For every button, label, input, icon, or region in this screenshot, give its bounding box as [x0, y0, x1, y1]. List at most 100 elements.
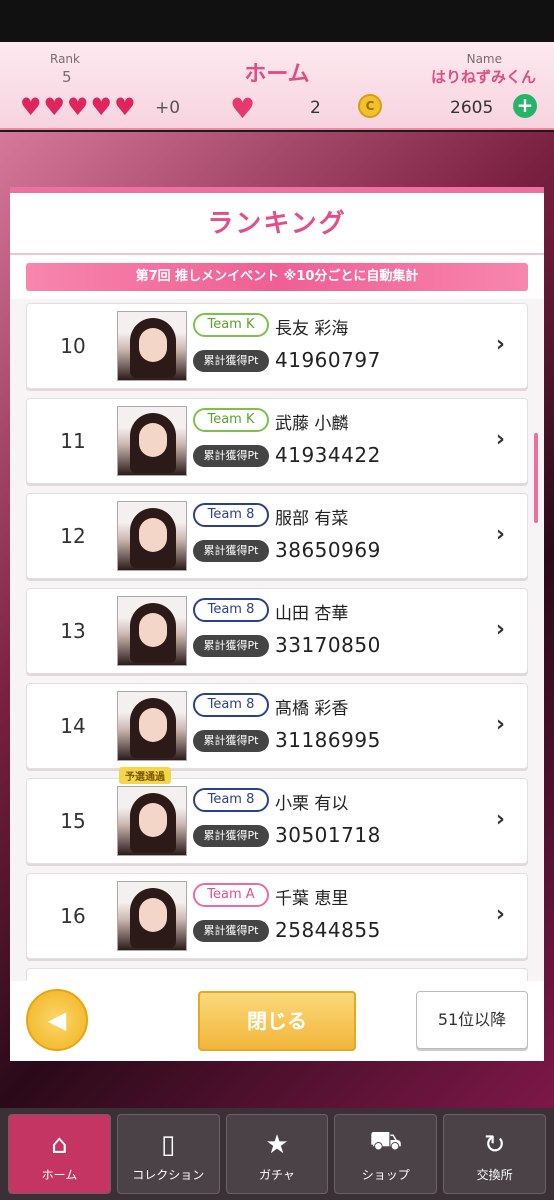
team-badge: Team 8 — [193, 598, 269, 622]
hearts: ♥ ♥ ♥ ♥ ♥ — [20, 94, 136, 120]
member-photo — [117, 786, 187, 856]
modal-footer: ◀ 閉じる 51位以降 — [10, 981, 544, 1061]
gacha-icon: ★ — [265, 1130, 289, 1160]
member-points: 38650969 — [275, 538, 381, 562]
member-points: 30501718 — [275, 823, 381, 847]
points-label: 累計獲得Pt — [193, 825, 269, 847]
nav-label: ガチャ — [259, 1168, 295, 1182]
member-name: 千葉 恵里 — [275, 889, 349, 909]
heart-icon: ♥ — [90, 93, 113, 121]
back-button[interactable]: ◀ — [26, 989, 88, 1051]
nav-label: ショップ — [361, 1168, 410, 1182]
member-photo — [117, 406, 187, 476]
status-bar — [0, 0, 554, 42]
points-label: 累計獲得Pt — [193, 540, 269, 562]
ranking-row[interactable]: 14 Team 8 累計獲得Pt 髙橋 彩香 31186995 › — [26, 683, 528, 769]
bottom-nav: ⌂ ホーム ▯ コレクション ★ ガチャ ⛟ ショップ ↻ 交換所 — [0, 1108, 554, 1200]
chevron-right-icon: › — [495, 902, 505, 927]
gem-icon: ♥ — [230, 92, 256, 125]
member-name: 長友 彩海 — [275, 319, 349, 339]
ranking-row-partial[interactable] — [26, 968, 528, 981]
ranking-row[interactable]: 15 予選通過 Team 8 累計獲得Pt 小栗 有以 30501718 › — [26, 767, 528, 864]
hearts-extra: +0 — [155, 98, 181, 118]
collection-icon: ▯ — [161, 1130, 176, 1160]
coin-count: 2605 — [450, 98, 494, 118]
member-points: 25844855 — [275, 918, 381, 942]
divider — [10, 253, 544, 255]
chevron-right-icon: › — [495, 807, 505, 832]
team-badge: Team A — [193, 883, 269, 907]
team-badge: Team K — [193, 408, 269, 432]
rank-51-plus-button[interactable]: 51位以降 — [416, 991, 528, 1049]
ranking-row[interactable]: 11 Team K 累計獲得Pt 武藤 小麟 41934422 › — [26, 398, 528, 484]
team-badge: Team K — [193, 313, 269, 337]
member-name: 髙橋 彩香 — [275, 699, 349, 719]
name-label: Name — [466, 52, 502, 66]
user-name: はりねずみくん — [430, 68, 536, 86]
chevron-right-icon: › — [495, 427, 505, 452]
nav-label: ホーム — [41, 1168, 78, 1182]
heart-icon: ♥ — [114, 93, 136, 121]
member-photo — [117, 596, 187, 666]
member-name: 服部 有菜 — [275, 509, 349, 529]
member-name: 武藤 小麟 — [275, 414, 349, 434]
ranking-row[interactable]: 13 Team 8 累計獲得Pt 山田 杏華 33170850 › — [26, 588, 528, 674]
cart-icon: ⛟ — [369, 1126, 403, 1156]
ranking-row[interactable]: 16 Team A 累計獲得Pt 千葉 恵里 25844855 › — [26, 873, 528, 959]
rank-number: 12 — [60, 524, 86, 548]
points-label: 累計獲得Pt — [193, 350, 269, 372]
nav-home[interactable]: ⌂ ホーム — [8, 1114, 111, 1194]
heart-icon: ♥ — [67, 93, 89, 121]
member-photo — [117, 311, 187, 381]
nav-label: 交換所 — [476, 1168, 513, 1182]
nav-shop[interactable]: ⛟ ショップ — [334, 1114, 438, 1194]
team-badge: Team 8 — [193, 693, 269, 717]
points-label: 累計獲得Pt — [193, 635, 269, 657]
top-header: Rank 5 ホーム Name はりねずみくん ♥ ♥ ♥ ♥ ♥ +0 ♥ 2… — [0, 42, 554, 130]
rank-number: 13 — [60, 619, 86, 643]
add-coin-button[interactable]: + — [513, 94, 537, 118]
rank-number: 15 — [60, 809, 86, 833]
nav-gacha[interactable]: ★ ガチャ — [225, 1114, 329, 1194]
points-label: 累計獲得Pt — [193, 445, 269, 467]
qualified-tag: 予選通過 — [119, 767, 171, 784]
member-photo — [117, 691, 187, 761]
rank-number: 16 — [60, 904, 86, 928]
modal-title: ランキング — [207, 209, 347, 239]
nav-label: コレクション — [132, 1168, 205, 1182]
nav-collection[interactable]: ▯ コレクション — [116, 1114, 220, 1194]
rank-number: 14 — [60, 714, 86, 738]
chevron-right-icon: › — [495, 617, 505, 642]
team-badge: Team 8 — [193, 788, 269, 812]
points-label: 累計獲得Pt — [193, 730, 269, 752]
rank-number: 10 — [60, 334, 86, 358]
member-points: 41960797 — [275, 348, 381, 372]
heart-icon: ♥ — [43, 93, 66, 121]
heart-icon: ♥ — [20, 93, 42, 121]
member-points: 31186995 — [275, 728, 381, 752]
scrollbar[interactable] — [534, 433, 538, 523]
ranking-row[interactable]: 10 Team K 累計獲得Pt 長友 彩海 41960797 › — [26, 303, 528, 389]
member-name: 小栗 有以 — [275, 794, 349, 814]
nav-exchange[interactable]: ↻ 交換所 — [443, 1114, 546, 1194]
ranking-modal: ランキング 第7回 推しメンイベント ※10分ごとに自動集計 10 Team K… — [10, 187, 544, 1061]
member-points: 41934422 — [275, 443, 381, 467]
points-label: 累計獲得Pt — [193, 920, 269, 942]
event-banner: 第7回 推しメンイベント ※10分ごとに自動集計 — [26, 263, 528, 291]
rank-number: 11 — [60, 429, 86, 453]
coin-icon: C — [358, 94, 382, 118]
ranking-row[interactable]: 12 Team 8 累計獲得Pt 服部 有菜 38650969 › — [26, 493, 528, 579]
chevron-right-icon: › — [495, 332, 505, 357]
gem-count: 2 — [310, 98, 321, 118]
team-badge: Team 8 — [193, 503, 269, 527]
chevron-right-icon: › — [495, 522, 505, 547]
member-photo — [117, 881, 187, 951]
ranking-list[interactable]: 10 Team K 累計獲得Pt 長友 彩海 41960797 › 11 Tea… — [10, 299, 544, 981]
exchange-icon: ↻ — [483, 1130, 506, 1160]
chevron-right-icon: › — [495, 712, 505, 737]
home-icon: ⌂ — [51, 1130, 68, 1160]
member-points: 33170850 — [275, 633, 381, 657]
member-name: 山田 杏華 — [275, 604, 349, 624]
member-photo — [117, 501, 187, 571]
close-button[interactable]: 閉じる — [198, 991, 356, 1051]
